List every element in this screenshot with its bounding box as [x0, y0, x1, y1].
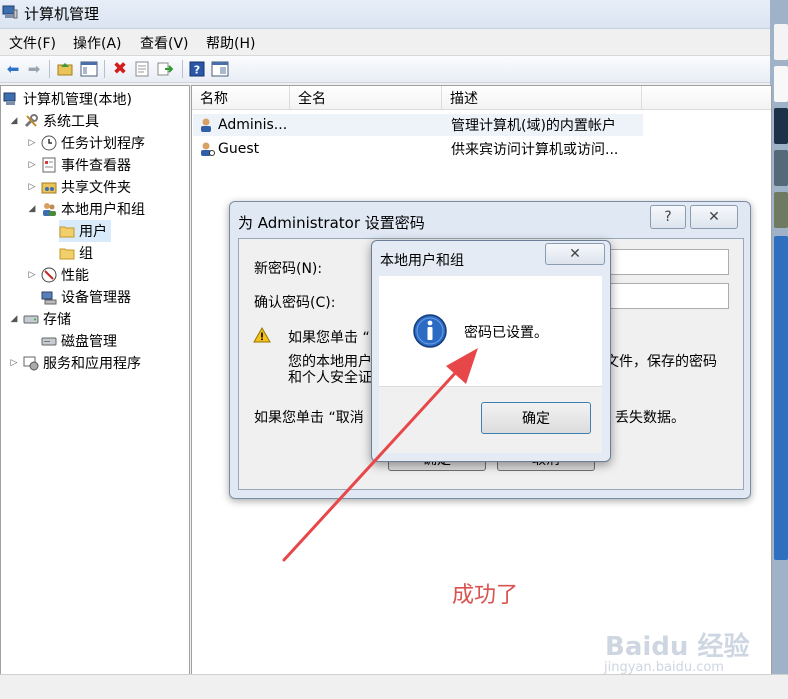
watermark-url: jingyan.baidu.com [604, 660, 724, 675]
arrow-annotation [282, 348, 478, 562]
watermark-logo: Baidu 经验 [605, 632, 750, 662]
annotation-text: 成功了 [452, 583, 519, 608]
